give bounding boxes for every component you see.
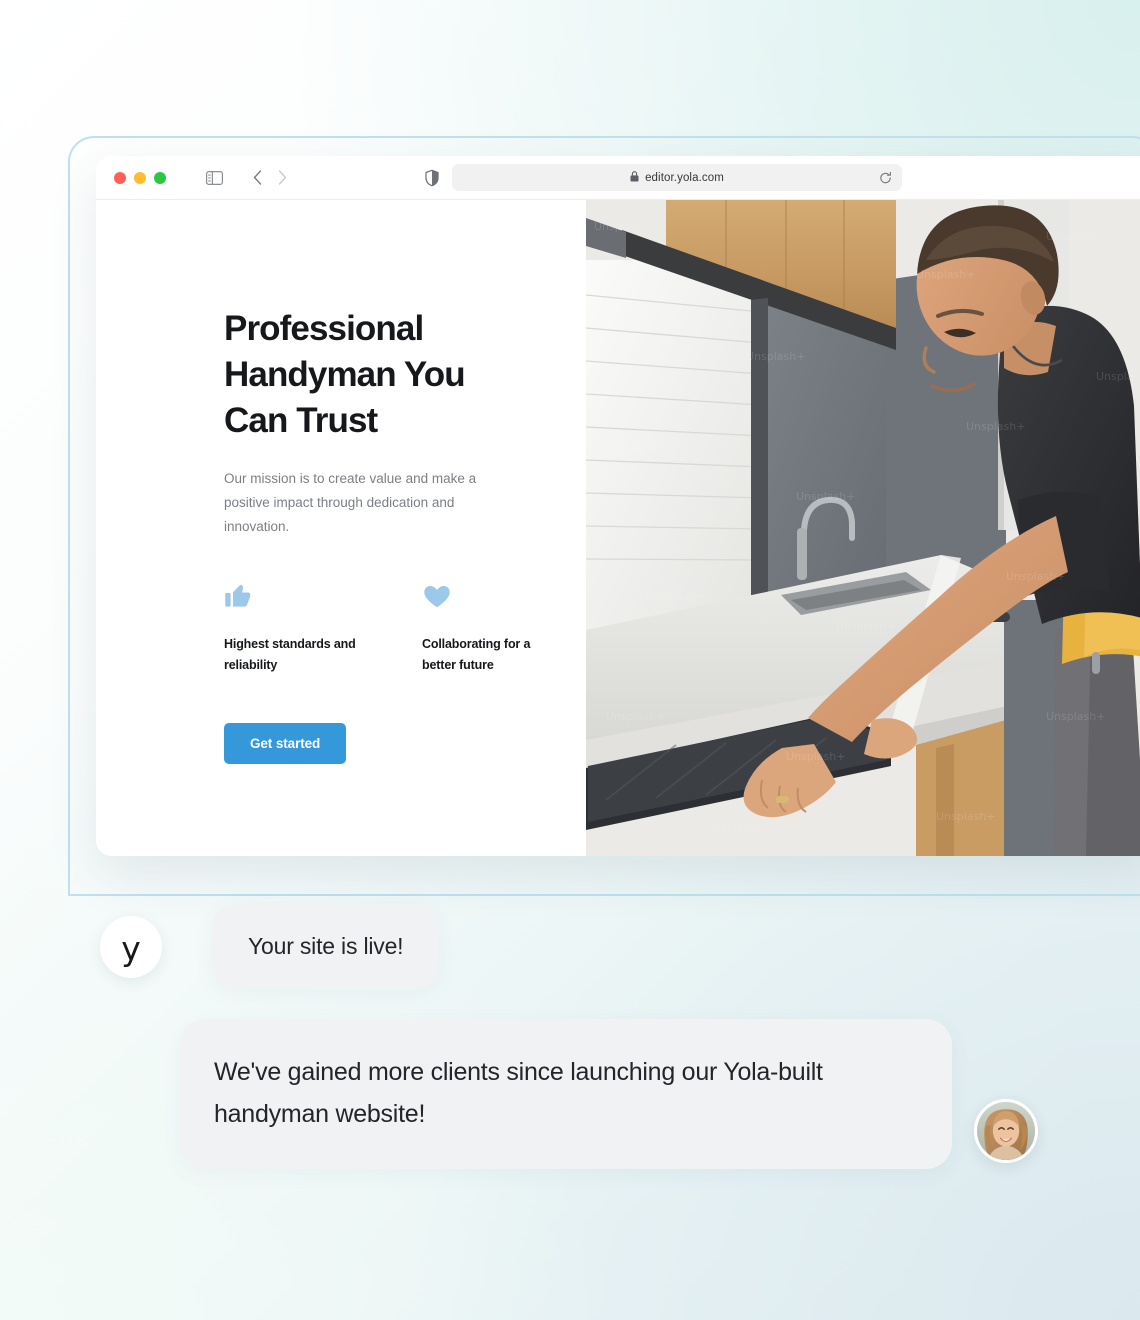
close-window-button[interactable] (114, 171, 126, 184)
address-text: editor.yola.com (645, 171, 724, 184)
get-started-button[interactable]: Get started (224, 722, 347, 764)
lock-icon (630, 169, 639, 187)
svg-text:Unsplash+: Unsplash+ (1046, 230, 1105, 243)
minimize-window-button[interactable] (134, 171, 146, 184)
svg-text:Unsplash+: Unsplash+ (836, 620, 895, 633)
chat-message-client: We've gained more clients since launchin… (180, 1019, 1038, 1169)
feature-label: Collaborating for a better future (422, 636, 531, 673)
site-preview-canvas: Professional Handyman You Can Trust Our … (96, 200, 1140, 856)
yola-logo: y (121, 929, 141, 969)
feature-item-collaborating: Collaborating for a better future (422, 581, 562, 677)
hero-feature-list: Highest standards and reliability Collab… (224, 581, 586, 677)
svg-text:Unsplash+: Unsplash+ (606, 710, 665, 723)
page-title: Professional Handyman You Can Trust (224, 309, 466, 441)
smiling-woman-avatar (977, 1102, 1035, 1160)
svg-text:Unsplash+: Unsplash+ (746, 350, 805, 363)
chat-bubble-site-live: Your site is live! (212, 904, 440, 990)
hero-text-column: Professional Handyman You Can Trust Our … (96, 200, 586, 856)
svg-text:Unsplash+: Unsplash+ (796, 490, 855, 503)
handyman-kitchen-photo: Unsplash+ Unsplash+ Unsplash+ Unsplash+ … (586, 200, 1140, 856)
hero-subtext: Our mission is to create value and make … (224, 470, 477, 534)
feature-label: Highest standards and reliability (224, 636, 356, 673)
hero-photo: Unsplash+ Unsplash+ Unsplash+ Unsplash+ … (586, 200, 1140, 856)
chat-message-yola: y Your site is live! (100, 904, 440, 990)
svg-text:Unsplash+: Unsplash+ (1046, 710, 1105, 723)
avatar (974, 1099, 1038, 1163)
heart-icon (422, 581, 562, 611)
svg-text:Unsplash+: Unsplash+ (616, 440, 675, 453)
browser-window: editor.yola.com Professional Handyman Yo… (96, 156, 1140, 856)
svg-text:Unsplash+: Unsplash+ (936, 810, 995, 823)
chevron-right-icon (278, 170, 287, 185)
feature-item-standards: Highest standards and reliability (224, 581, 364, 677)
svg-text:Unsplash+: Unsplash+ (1096, 370, 1140, 383)
chat-bubble-testimonial: We've gained more clients since launchin… (180, 1019, 952, 1169)
svg-text:Unsplash+: Unsplash+ (646, 590, 705, 603)
chat-bubble-text: We've gained more clients since launchin… (214, 1058, 823, 1128)
svg-text:Unsplash+: Unsplash+ (966, 420, 1025, 433)
yola-avatar: y (100, 915, 162, 978)
chat-bubble-text: Your site is live! (248, 933, 404, 959)
address-bar[interactable]: editor.yola.com (452, 164, 902, 191)
sidebar-icon[interactable] (206, 170, 223, 185)
chevron-left-icon[interactable] (253, 170, 262, 185)
svg-text:Unsplash+: Unsplash+ (916, 268, 975, 281)
svg-text:Unsplash+: Unsplash+ (786, 750, 845, 763)
maximize-window-button[interactable] (154, 171, 166, 184)
shield-icon[interactable] (425, 169, 439, 186)
traffic-lights (114, 171, 166, 184)
thumbs-up-icon (224, 581, 364, 611)
svg-text:Unsplash+: Unsplash+ (1006, 570, 1065, 583)
svg-text:Unsplash+: Unsplash+ (706, 820, 765, 833)
svg-text:Unsplash+: Unsplash+ (594, 220, 653, 233)
browser-toolbar: editor.yola.com (96, 156, 1140, 200)
reload-icon[interactable] (879, 171, 892, 184)
